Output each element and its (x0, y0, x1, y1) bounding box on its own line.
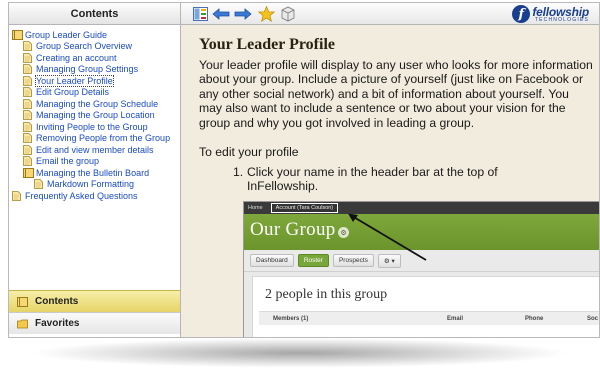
toc-item[interactable]: Your Leader Profile (12, 74, 180, 87)
contents-header: Contents (9, 3, 181, 25)
screenshot-tabs: Dashboard Roster Prospects ⚙ ▾ (244, 250, 599, 272)
screenshot-group-title: Our Group (250, 219, 336, 240)
toc-item-label: Removing People from the Group (36, 133, 171, 144)
toolbar: Contents f fellowship TECHNOLOGIES (9, 3, 599, 25)
screenshot-home-link: Home (248, 205, 263, 211)
toc-item[interactable]: Inviting People to the Group (12, 121, 180, 133)
screenshot-account-link: Account (Tara Coulson) (270, 203, 339, 213)
toc-item-label: Email the group (36, 156, 100, 167)
help-viewer-window: Contents f fellowship TECHNOLOGIES Group… (8, 2, 600, 338)
page-icon (23, 98, 34, 109)
back-arrow-icon[interactable] (212, 6, 230, 22)
screenshot-card: 2 people in this group Members (1) Email… (252, 276, 599, 337)
screenshot-group-banner: Our Group ⚙ (244, 214, 599, 250)
navigation-pane: Group Leader Guide Group Search Overview C… (9, 25, 181, 337)
screenshot-body: 2 people in this group Members (1) Email… (244, 272, 599, 337)
toc-item[interactable]: Edit and view member details (12, 144, 180, 156)
toc-item-label: Creating an account (36, 52, 117, 63)
screenshot-gear-icon: ⚙ (338, 227, 349, 238)
screenshot-col-soc: Soc (587, 316, 599, 322)
screenshot-col-email: Email (447, 316, 464, 322)
topic-content: Your Leader Profile Your leader profile … (181, 25, 599, 337)
toc-item-label: Inviting People to the Group (36, 121, 148, 132)
toc-item[interactable]: Removing People from the Group (12, 133, 180, 145)
toc-item[interactable]: Managing Group Settings (12, 64, 180, 76)
toc-item-label: Managing the Bulletin Board (36, 167, 150, 178)
favorites-tab-button[interactable]: Favorites (9, 312, 180, 334)
toc-item[interactable]: Managing the Group Schedule (12, 98, 180, 110)
contents-tab-label: Contents (35, 296, 79, 307)
toc-item[interactable]: Markdown Formatting (12, 179, 180, 191)
fellowship-logo: f fellowship TECHNOLOGIES (512, 4, 589, 24)
book-icon (12, 29, 23, 40)
page-icon (23, 156, 34, 167)
page-icon (23, 133, 34, 144)
toc-item[interactable]: Group Leader Guide (12, 29, 180, 41)
toc-item-label: Group Search Overview (36, 41, 133, 52)
topic-title: Your Leader Profile (199, 36, 335, 53)
page-icon (23, 41, 34, 52)
toc-item-label: Frequently Asked Questions (25, 190, 138, 201)
page-icon (23, 110, 34, 121)
toc-item[interactable]: Edit Group Details (12, 87, 180, 99)
toc-item[interactable]: Managing the Bulletin Board (12, 167, 180, 179)
logo-mark: f (512, 5, 531, 23)
toc-item[interactable]: Group Search Overview (12, 41, 180, 53)
page-icon (34, 179, 45, 190)
screenshot-col-members: Members (1) (273, 316, 309, 322)
screenshot-tab: Dashboard (250, 254, 294, 267)
page-icon (23, 87, 34, 98)
logo-name: fellowship (532, 4, 589, 19)
toc-item-label: Your Leader Profile (35, 74, 114, 87)
table-of-contents: Group Leader Guide Group Search Overview C… (9, 25, 180, 289)
screenshot-table-header: Members (1) Email Phone Soc (259, 311, 599, 325)
window-shadow (30, 338, 570, 368)
toc-item-label: Group Leader Guide (25, 29, 108, 40)
screenshot-col-phone: Phone (525, 316, 544, 322)
screenshot-tab: Roster (297, 254, 329, 267)
page-icon (12, 190, 23, 201)
toc-item-label: Managing Group Settings (36, 64, 139, 75)
favorite-star-icon[interactable] (257, 6, 275, 22)
step-number: 1. (233, 165, 244, 179)
screenshot-header-bar: Home Account (Tara Coulson) (244, 202, 599, 214)
page-icon (23, 121, 34, 132)
folder-icon (17, 319, 28, 329)
toc-item[interactable]: Frequently Asked Questions (12, 190, 180, 202)
page-icon (23, 52, 34, 63)
forward-arrow-icon[interactable] (234, 6, 252, 22)
topic-subheading: To edit your profile (199, 145, 299, 159)
embedded-screenshot: Home Account (Tara Coulson) Our Group ⚙ … (243, 201, 599, 337)
favorites-tab-label: Favorites (35, 318, 80, 329)
topic-paragraph: Your leader profile will display to any … (199, 58, 593, 130)
screenshot-tab: Prospects (332, 254, 374, 267)
page-icon (23, 64, 34, 75)
toc-item-label: Managing the Group Location (36, 110, 155, 121)
toc-item[interactable]: Managing the Group Location (12, 110, 180, 122)
toc-item-label: Markdown Formatting (47, 179, 135, 190)
step-text: Click your name in the header bar at the… (247, 165, 498, 194)
screenshot-gear-dropdown-icon: ⚙ ▾ (377, 253, 401, 268)
logo-subtitle: TECHNOLOGIES (534, 16, 589, 23)
toc-item[interactable]: Creating an account (12, 52, 180, 64)
book-icon (17, 296, 28, 307)
screenshot-people-count: 2 people in this group (265, 287, 388, 302)
toolbar-right: f fellowship TECHNOLOGIES (181, 3, 599, 25)
page-icon (23, 144, 34, 155)
print-box-icon[interactable] (279, 6, 297, 22)
toc-item-label: Edit and view member details (36, 144, 154, 155)
page-icon (23, 75, 34, 86)
book-icon (23, 167, 34, 178)
toc-item-label: Edit Group Details (36, 87, 110, 98)
toc-item-label: Managing the Group Schedule (36, 98, 159, 109)
show-hide-pane-icon[interactable] (191, 6, 209, 22)
contents-tab-button[interactable]: Contents (9, 290, 180, 312)
toc-item[interactable]: Email the group (12, 156, 180, 168)
